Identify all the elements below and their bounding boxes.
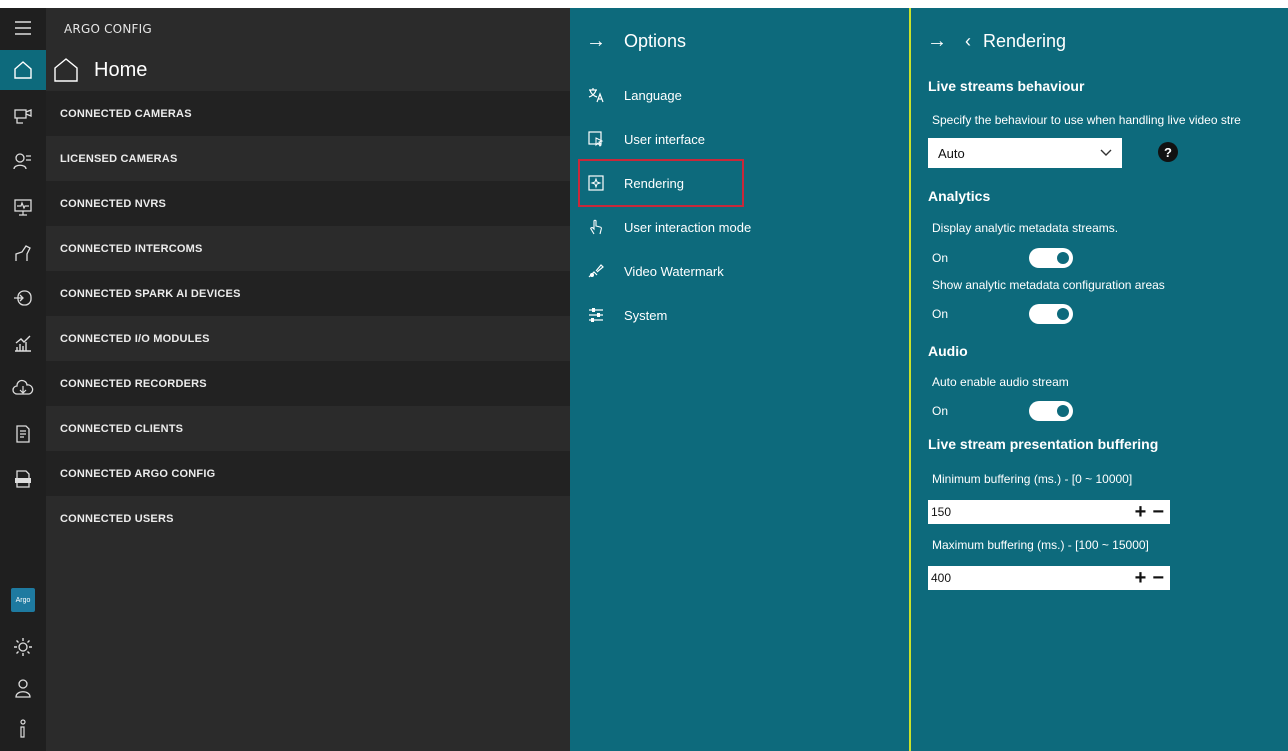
analytics-config-state: On xyxy=(932,307,949,321)
icon-rail: Argo xyxy=(0,8,46,751)
option-user-interaction-mode[interactable]: User interaction mode xyxy=(580,205,900,249)
analytics-display-toggle[interactable] xyxy=(1029,248,1073,268)
watermark-icon xyxy=(586,261,606,281)
rendering-icon xyxy=(586,173,606,193)
rendering-header: → ‹ Rendering xyxy=(927,30,1066,53)
menu-icon[interactable] xyxy=(0,8,46,48)
nav-item-connected-io-modules[interactable]: CONNECTED I/O MODULES xyxy=(46,316,570,361)
settings-icon[interactable] xyxy=(0,627,46,667)
minus-icon[interactable]: − xyxy=(1152,568,1164,588)
audio-auto-row: On xyxy=(932,401,1073,421)
arrow-right-icon[interactable]: → xyxy=(586,30,606,53)
analytics-display-label: Display analytic metadata streams. xyxy=(932,221,1119,235)
home-header: Home xyxy=(52,52,147,88)
device-icon[interactable] xyxy=(0,278,46,318)
min-buffering-input[interactable]: 150 + − xyxy=(928,500,1170,524)
options-header: → Options xyxy=(586,30,686,53)
max-buffering-label: Maximum buffering (ms.) - [100 ~ 15000] xyxy=(932,538,1149,552)
language-icon xyxy=(586,85,606,105)
nav-item-connected-users[interactable]: CONNECTED USERS xyxy=(46,496,570,541)
analytics-display-row: On xyxy=(932,248,1073,268)
option-user-interface[interactable]: User interface xyxy=(580,117,900,161)
option-label: User interface xyxy=(624,131,705,147)
audio-auto-label: Auto enable audio stream xyxy=(932,375,1069,389)
live-streams-select[interactable]: Auto xyxy=(928,138,1122,168)
help-icon[interactable]: ? xyxy=(1158,142,1178,162)
touch-icon xyxy=(586,217,606,237)
option-label: Rendering xyxy=(624,175,684,191)
nav-item-licensed-cameras[interactable]: LICENSED CAMERAS xyxy=(46,136,570,181)
user-interface-icon xyxy=(586,129,606,149)
monitor-icon[interactable] xyxy=(0,187,46,227)
max-buffering-stepper: + − xyxy=(1135,568,1164,588)
audio-auto-toggle[interactable] xyxy=(1029,401,1073,421)
info-icon[interactable] xyxy=(0,708,46,748)
app-window: Argo ARGO CONFIG Home CONNECTED CAMERAS … xyxy=(0,8,1288,751)
nav-item-connected-nvrs[interactable]: CONNECTED NVRS xyxy=(46,181,570,226)
buffering-heading: Live stream presentation buffering xyxy=(928,436,1159,452)
options-list: Language User interface Rendering User i… xyxy=(578,73,900,337)
max-buffering-value: 400 xyxy=(931,571,952,585)
options-panel: → Options Language User interface Render… xyxy=(570,8,909,751)
live-streams-heading: Live streams behaviour xyxy=(928,78,1085,94)
rendering-title: Rendering xyxy=(983,31,1067,51)
live-streams-select-value: Auto xyxy=(938,145,965,161)
users-icon[interactable] xyxy=(0,141,46,181)
option-language[interactable]: Language xyxy=(580,73,900,117)
minus-icon[interactable]: − xyxy=(1152,502,1164,522)
nav-item-connected-cameras[interactable]: CONNECTED CAMERAS xyxy=(46,91,570,136)
intercom-icon[interactable] xyxy=(0,233,46,273)
nav-item-connected-spark-ai-devices[interactable]: CONNECTED SPARK AI DEVICES xyxy=(46,271,570,316)
system-icon xyxy=(586,305,606,325)
cloud-icon[interactable] xyxy=(0,369,46,409)
plus-icon[interactable]: + xyxy=(1135,502,1147,522)
option-rendering[interactable]: Rendering xyxy=(578,159,744,207)
audio-heading: Audio xyxy=(928,343,968,359)
camera-icon[interactable] xyxy=(0,96,46,136)
option-system[interactable]: System xyxy=(580,293,900,337)
plus-icon[interactable]: + xyxy=(1135,568,1147,588)
min-buffering-stepper: + − xyxy=(1135,502,1164,522)
nav-item-connected-recorders[interactable]: CONNECTED RECORDERS xyxy=(46,361,570,406)
option-label: Video Watermark xyxy=(624,263,724,279)
nav-item-connected-clients[interactable]: CONNECTED CLIENTS xyxy=(46,406,570,451)
options-title: Options xyxy=(624,31,687,51)
analytics-config-label: Show analytic metadata configuration are… xyxy=(932,278,1165,292)
home-icon[interactable] xyxy=(0,50,46,90)
chevron-down-icon xyxy=(1100,149,1112,156)
option-video-watermark[interactable]: Video Watermark xyxy=(580,249,900,293)
nav-item-connected-intercoms[interactable]: CONNECTED INTERCOMS xyxy=(46,226,570,271)
min-buffering-label: Minimum buffering (ms.) - [0 ~ 10000] xyxy=(932,472,1133,486)
analytics-display-state: On xyxy=(932,251,949,265)
argo-logo-text: Argo xyxy=(15,596,31,604)
home-nav-list: CONNECTED CAMERAS LICENSED CAMERAS CONNE… xyxy=(46,91,570,541)
live-streams-description: Specify the behaviour to use when handli… xyxy=(932,113,1241,127)
home-header-icon xyxy=(54,58,78,82)
nav-item-connected-argo-config[interactable]: CONNECTED ARGO CONFIG xyxy=(46,451,570,496)
page-title: Home xyxy=(94,58,148,81)
home-panel: ARGO CONFIG Home CONNECTED CAMERAS LICEN… xyxy=(46,8,570,751)
chevron-left-icon[interactable]: ‹ xyxy=(965,31,971,52)
analytics-icon[interactable] xyxy=(0,324,46,364)
min-buffering-value: 150 xyxy=(931,505,952,519)
arrow-right-icon[interactable]: → xyxy=(927,30,947,53)
analytics-config-row: On xyxy=(932,304,1073,324)
audio-auto-state: On xyxy=(932,404,949,418)
app-title: ARGO CONFIG xyxy=(64,22,152,36)
option-label: Language xyxy=(624,87,682,103)
document-icon[interactable] xyxy=(0,414,46,454)
option-label: User interaction mode xyxy=(624,219,752,235)
analytics-heading: Analytics xyxy=(928,188,991,204)
rendering-panel: → ‹ Rendering Live streams behaviour Spe… xyxy=(911,8,1288,751)
max-buffering-input[interactable]: 400 + − xyxy=(928,566,1170,590)
analytics-config-toggle[interactable] xyxy=(1029,304,1073,324)
argo-logo[interactable]: Argo xyxy=(11,588,35,612)
user-icon[interactable] xyxy=(0,668,46,708)
log-icon[interactable] xyxy=(0,459,46,499)
option-label: System xyxy=(624,307,668,323)
